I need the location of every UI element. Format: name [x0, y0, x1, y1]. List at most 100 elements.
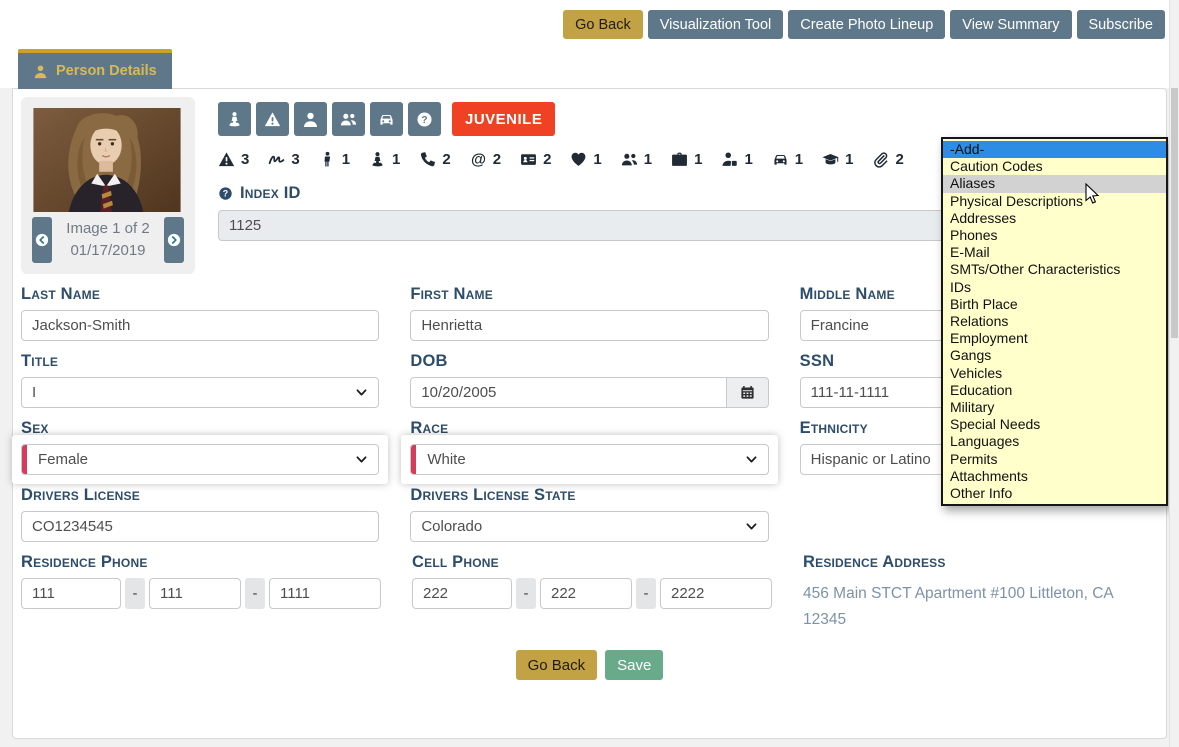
- cell-phone-prefix-input[interactable]: [540, 578, 632, 609]
- dropdown-item-attachments[interactable]: Attachments: [943, 468, 1166, 485]
- create-photo-lineup-button[interactable]: Create Photo Lineup: [788, 10, 945, 39]
- arrow-left-circle-icon: [35, 233, 49, 247]
- ethnicity-value: Hispanic or Latino: [811, 451, 931, 468]
- dropdown-item-physical-descriptions[interactable]: Physical Descriptions: [943, 193, 1166, 210]
- users-button[interactable]: [332, 102, 365, 136]
- previous-image-button[interactable]: [32, 217, 52, 263]
- car-button[interactable]: [370, 102, 403, 136]
- save-button[interactable]: Save: [605, 650, 663, 680]
- dropdown-item-birth-place[interactable]: Birth Place: [943, 296, 1166, 313]
- view-summary-button[interactable]: View Summary: [950, 10, 1071, 39]
- last-name-input[interactable]: [21, 310, 379, 341]
- dropdown-item-vehicles[interactable]: Vehicles: [943, 365, 1166, 382]
- phone-separator: -: [245, 578, 265, 609]
- user-button[interactable]: [294, 102, 327, 136]
- stat-count: 1: [795, 151, 803, 168]
- go-back-button[interactable]: Go Back: [563, 10, 643, 39]
- image-counter: Image 1 of 2: [52, 218, 164, 241]
- stat-count: 1: [694, 151, 702, 168]
- residence-phone-label: Residence Phone: [21, 553, 381, 572]
- residence-phone-area-input[interactable]: [21, 578, 121, 609]
- go-back-button-bottom[interactable]: Go Back: [516, 650, 598, 680]
- next-image-button[interactable]: [164, 217, 184, 263]
- dropdown-item-employment[interactable]: Employment: [943, 330, 1166, 347]
- stat-signature[interactable]: 3: [268, 151, 299, 168]
- stat-phone[interactable]: 2: [419, 151, 450, 168]
- subscribe-button[interactable]: Subscribe: [1077, 10, 1165, 39]
- dropdown-item-ids[interactable]: IDs: [943, 279, 1166, 296]
- chevron-down-icon: [355, 453, 368, 466]
- stat-car[interactable]: 1: [772, 151, 803, 168]
- dropdown-item-education[interactable]: Education: [943, 382, 1166, 399]
- calendar-icon: [740, 385, 755, 400]
- title-select[interactable]: I: [21, 377, 379, 408]
- heart-icon: [570, 151, 587, 168]
- dropdown-item-e-mail[interactable]: E-Mail: [943, 244, 1166, 261]
- stat-heart[interactable]: 1: [570, 151, 601, 168]
- dropdown-item-special-needs[interactable]: Special Needs: [943, 416, 1166, 433]
- help-icon: ?: [218, 186, 233, 201]
- dropdown-item-smts-other-characteristics[interactable]: SMTs/Other Characteristics: [943, 261, 1166, 278]
- residence-phone-prefix-input[interactable]: [149, 578, 241, 609]
- add-dropdown-list: -Add-Caution CodesAliasesPhysical Descri…: [941, 137, 1168, 506]
- stat-street-view[interactable]: 1: [369, 151, 400, 168]
- phone-separator: -: [516, 578, 536, 609]
- person-photo: [32, 108, 182, 212]
- stat-briefcase[interactable]: 1: [671, 151, 702, 168]
- page-header: Go Back Visualization Tool Create Photo …: [0, 0, 1179, 88]
- sex-select[interactable]: Female: [21, 444, 379, 475]
- drivers-license-state-select[interactable]: Colorado: [410, 511, 768, 542]
- dropdown-item-aliases[interactable]: Aliases: [943, 175, 1166, 192]
- visualization-tool-button[interactable]: Visualization Tool: [648, 10, 784, 39]
- first-name-input[interactable]: [410, 310, 768, 341]
- user-icon: [302, 111, 319, 128]
- stat-at[interactable]: @2: [470, 151, 501, 168]
- stat-users[interactable]: 1: [621, 151, 652, 168]
- footer-actions: Go Back Save: [21, 650, 1158, 680]
- residence-phone-line-input[interactable]: [269, 578, 381, 609]
- dropdown-item-addresses[interactable]: Addresses: [943, 210, 1166, 227]
- phone-icon: [419, 151, 436, 168]
- dob-label: DOB: [410, 352, 768, 371]
- dropdown-item-languages[interactable]: Languages: [943, 433, 1166, 450]
- title-label: Title: [21, 352, 379, 371]
- dropdown-item-permits[interactable]: Permits: [943, 451, 1166, 468]
- street-view-icon: [369, 151, 386, 168]
- stat-graduation-cap[interactable]: 1: [822, 151, 853, 168]
- stat-id-card[interactable]: 2: [520, 151, 551, 168]
- race-value: White: [427, 451, 465, 468]
- tab-person-details[interactable]: Person Details: [18, 49, 172, 89]
- dob-input[interactable]: [410, 377, 726, 408]
- page-scrollbar[interactable]: [1169, 0, 1179, 747]
- stat-user-badge[interactable]: 1: [721, 151, 752, 168]
- dropdown-item-caution-codes[interactable]: Caution Codes: [943, 158, 1166, 175]
- sex-highlight: Female: [12, 435, 388, 484]
- juvenile-badge: JUVENILE: [452, 102, 555, 136]
- calendar-button[interactable]: [727, 377, 769, 408]
- question-button[interactable]: ?: [408, 102, 441, 136]
- street-view-button[interactable]: [218, 102, 251, 136]
- scrollbar-thumb[interactable]: [1171, 88, 1178, 338]
- dropdown-item-phones[interactable]: Phones: [943, 227, 1166, 244]
- user-badge-icon: [721, 151, 738, 168]
- dropdown-item-add[interactable]: -Add-: [943, 141, 1166, 158]
- stat-count: 1: [845, 151, 853, 168]
- stat-person[interactable]: 1: [319, 151, 350, 168]
- image-caption: Image 1 of 2 01/17/2019: [52, 218, 164, 263]
- warning-button[interactable]: [256, 102, 289, 136]
- paperclip-icon: [872, 151, 889, 168]
- dropdown-item-gangs[interactable]: Gangs: [943, 347, 1166, 364]
- first-name-label: First Name: [410, 285, 768, 304]
- car-icon: [772, 151, 789, 168]
- residence-phone-group: - -: [21, 578, 381, 609]
- race-select[interactable]: White: [410, 444, 768, 475]
- dropdown-item-other-info[interactable]: Other Info: [943, 485, 1166, 502]
- stat-paperclip[interactable]: 2: [872, 151, 903, 168]
- dropdown-item-military[interactable]: Military: [943, 399, 1166, 416]
- cell-phone-label: Cell Phone: [412, 553, 772, 572]
- drivers-license-input[interactable]: [21, 511, 379, 542]
- dropdown-item-relations[interactable]: Relations: [943, 313, 1166, 330]
- cell-phone-area-input[interactable]: [412, 578, 512, 609]
- stat-warning[interactable]: 3: [218, 151, 249, 168]
- cell-phone-line-input[interactable]: [660, 578, 772, 609]
